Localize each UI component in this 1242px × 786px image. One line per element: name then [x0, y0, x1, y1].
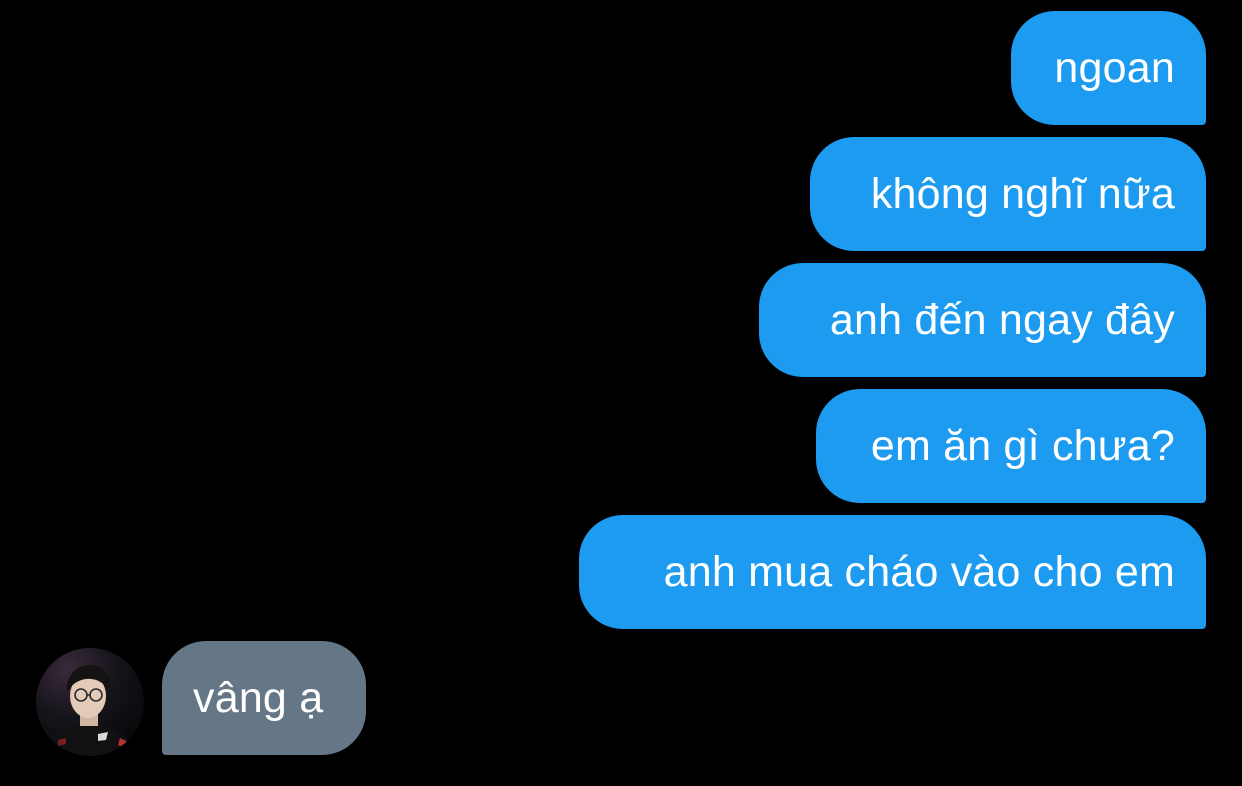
message-text: em ăn gì chưa?	[870, 422, 1175, 470]
sent-message-bubble[interactable]: anh đến ngay đây	[759, 263, 1206, 377]
sender-avatar[interactable]	[36, 648, 144, 756]
message-text: anh đến ngay đây	[829, 296, 1175, 344]
message-text: không nghĩ nữa	[870, 170, 1175, 218]
message-text: anh mua cháo vào cho em	[663, 548, 1175, 596]
sent-message-bubble[interactable]: em ăn gì chưa?	[816, 389, 1206, 503]
message-text: ngoan	[1054, 44, 1175, 92]
sent-message-bubble[interactable]: ngoan	[1011, 11, 1206, 125]
sent-message-bubble[interactable]: anh mua cháo vào cho em	[579, 515, 1206, 629]
message-thread: ngoan không nghĩ nữa anh đến ngay đây em…	[0, 0, 1242, 786]
received-message-bubble[interactable]: vâng ạ	[162, 641, 366, 755]
message-text: vâng ạ	[193, 674, 324, 722]
avatar-image	[36, 648, 144, 756]
sent-message-bubble[interactable]: không nghĩ nữa	[810, 137, 1206, 251]
